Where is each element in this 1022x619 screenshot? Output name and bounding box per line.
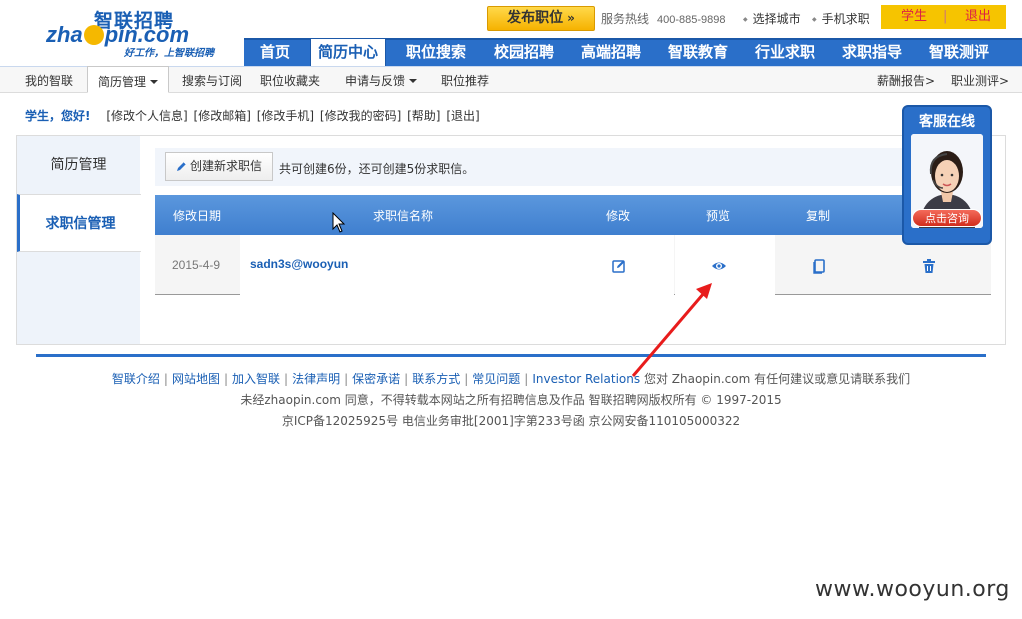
nav-education[interactable]: 智联教育: [658, 40, 738, 66]
hotline: 服务热线 400-885-9898: [601, 12, 726, 26]
nav-assessment[interactable]: 智联测评: [919, 40, 999, 66]
row-name-cell: sadn3s@wooyun: [240, 235, 674, 295]
create-cover-letter-button[interactable]: 创建新求职信: [165, 152, 273, 181]
sidebar-item-resume[interactable]: 简历管理: [17, 136, 140, 194]
online-service-widget[interactable]: 客服在线 点击咨询: [902, 105, 992, 245]
nav-job-search[interactable]: 职位搜索: [396, 40, 476, 66]
greeting-text: 学生，您好!: [25, 109, 91, 123]
row-date: 2015-4-9: [172, 258, 221, 272]
nav-campus[interactable]: 校园招聘: [484, 40, 564, 66]
subnav-resume-manage[interactable]: 简历管理: [87, 66, 170, 93]
sidebar: 简历管理 求职信管理: [17, 136, 141, 344]
user-separator: |: [943, 9, 948, 24]
subnav-favorites[interactable]: 职位收藏夹: [260, 72, 320, 89]
mobile-job-link[interactable]: 手机求职: [812, 10, 870, 27]
subnav-recommend[interactable]: 职位推荐: [441, 72, 489, 89]
edit-phone-link[interactable]: [修改手机]: [257, 109, 314, 123]
cover-letter-table: 修改日期 求职信名称 修改 预览 复制 2015-4-9 sadn3s@wooy…: [155, 195, 991, 296]
double-chevron-icon: »: [567, 11, 575, 25]
footer-icp: 京ICP备12025925号 电信业务审批[2001]字第233号函 京公网安备…: [281, 414, 741, 428]
select-city-link[interactable]: 选择城市: [743, 10, 801, 27]
watermark: www.wooyun.org: [815, 577, 1010, 602]
footer-link-about[interactable]: 智联介绍: [112, 372, 160, 386]
logo-slogan: 好工作，上智联招聘: [124, 48, 214, 59]
online-service-title: 客服在线: [919, 114, 975, 130]
content-panel: 简历管理 求职信管理 创建新求职信 共可创建6份，还可创建5份求职信。 修改日期…: [16, 135, 1006, 345]
footer-link-sitemap[interactable]: 网站地图: [172, 372, 220, 386]
th-edit: 修改: [606, 209, 631, 223]
logout-link[interactable]: 退出: [965, 5, 991, 29]
salary-report-link[interactable]: 薪酬报告>: [877, 72, 935, 89]
logo-o-icon: [83, 25, 104, 45]
site-header: 智联招聘 zha pin.com 好工作，上智联招聘 发布职位» 服务热线 400-…: [0, 0, 1022, 66]
th-date: 修改日期: [173, 209, 222, 223]
main-nav: 首页 简历中心 职位搜索 校园招聘 高端招聘 智联教育 行业求职 求职指导 智联…: [244, 38, 1022, 66]
edit-profile-link[interactable]: [修改个人信息]: [106, 109, 187, 123]
caret-down-icon: [409, 79, 418, 83]
greeting-bar: 学生，您好! [修改个人信息] [修改邮箱] [修改手机] [修改我的密码] […: [25, 107, 482, 124]
table-row: 2015-4-9 sadn3s@wooyun: [155, 235, 991, 295]
sidebar-item-cover-letter[interactable]: 求职信管理: [17, 194, 141, 252]
post-job-button[interactable]: 发布职位»: [487, 6, 595, 31]
edit-icon[interactable]: [611, 258, 627, 274]
footer-link-join[interactable]: 加入智联: [232, 372, 280, 386]
trash-icon[interactable]: [921, 258, 937, 274]
quota-note: 共可创建6份，还可创建5份求职信。: [279, 162, 475, 176]
nav-home[interactable]: 首页: [250, 40, 300, 66]
nav-resume-center[interactable]: 简历中心: [310, 38, 386, 66]
footer-copyright: 未经zhaopin.com 同意，不得转载本网站之所有招聘信息及作品 智联招聘网…: [240, 393, 782, 407]
table-header: 修改日期 求职信名称 修改 预览 复制: [155, 195, 991, 235]
th-copy: 复制: [806, 209, 831, 223]
nav-industry[interactable]: 行业求职: [745, 40, 825, 66]
footer-links: 智联介绍 | 网站地图 | 加入智联 | 法律声明 | 保密承诺 | 联系方式 | 常见问题 | Inves…: [111, 372, 911, 386]
copy-icon[interactable]: [811, 258, 827, 274]
subnav-my-zhaopin[interactable]: 我的智联: [25, 72, 73, 89]
eye-icon[interactable]: [711, 258, 727, 274]
footer-link-investor[interactable]: Investor Relations: [532, 372, 640, 386]
edit-password-link[interactable]: [修改我的密码]: [320, 109, 401, 123]
row-name-link[interactable]: sadn3s@wooyun: [250, 257, 348, 271]
caret-down-icon: [150, 80, 159, 84]
mouse-cursor-icon: [332, 212, 346, 233]
pencil-icon: [177, 161, 187, 171]
nav-guidance[interactable]: 求职指导: [832, 40, 912, 66]
footer-link-contact[interactable]: 联系方式: [412, 372, 460, 386]
edit-email-link[interactable]: [修改邮箱]: [194, 109, 251, 123]
toolbar: 创建新求职信 共可创建6份，还可创建5份求职信。: [155, 148, 991, 186]
footer-divider: [36, 354, 986, 357]
row-preview-cell: [675, 235, 775, 295]
career-test-link[interactable]: 职业测评>: [951, 72, 1009, 89]
footer-link-legal[interactable]: 法律声明: [292, 372, 340, 386]
logout-link-2[interactable]: [退出]: [446, 109, 479, 123]
zhaopin-logo[interactable]: 智联招聘 zha pin.com 好工作，上智联招聘: [44, 4, 254, 60]
footer-link-faq[interactable]: 常见问题: [472, 372, 520, 386]
consult-button[interactable]: 点击咨询: [912, 209, 982, 227]
subnav-apply-feedback[interactable]: 申请与反馈: [345, 72, 418, 89]
help-link[interactable]: [帮助]: [407, 109, 440, 123]
nav-senior[interactable]: 高端招聘: [571, 40, 651, 66]
sub-nav: 我的智联 简历管理 搜索与订阅 职位收藏夹 申请与反馈 职位推荐 薪酬报告> 职…: [0, 66, 1022, 93]
username-link[interactable]: 学生: [901, 5, 927, 29]
footer-link-privacy[interactable]: 保密承诺: [352, 372, 400, 386]
footer-feedback-text: 您对 Zhaopin.com 有任何建议或意见请联系我们: [643, 372, 911, 386]
user-box: 学生 | 退出: [881, 5, 1006, 29]
th-preview: 预览: [706, 209, 731, 223]
subnav-search-subscribe[interactable]: 搜索与订阅: [182, 72, 242, 89]
th-name: 求职信名称: [373, 209, 434, 223]
